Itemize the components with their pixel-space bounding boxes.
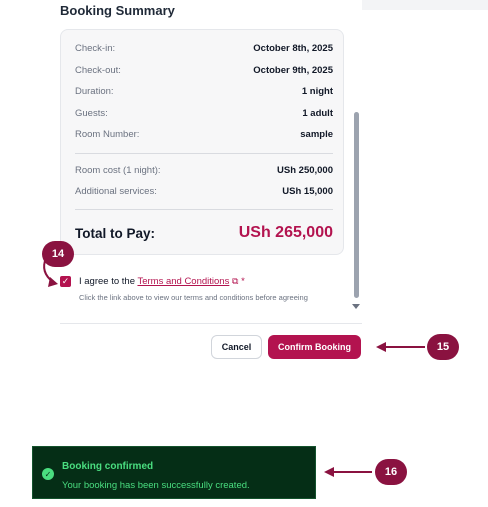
success-check-icon: ✓ [42, 468, 54, 480]
annotation-badge-16: 16 [375, 459, 407, 485]
arrow-15-head [376, 342, 386, 352]
success-toast: ✓ Booking confirmed Your booking has bee… [32, 446, 316, 499]
toast-title: Booking confirmed [62, 461, 154, 472]
toast-message: Your booking has been successfully creat… [62, 480, 250, 491]
arrow-16-head [324, 467, 334, 477]
arrow-14-path [43, 257, 54, 283]
annotation-badge-15: 15 [427, 334, 459, 360]
annotation-arrows [43, 257, 425, 477]
